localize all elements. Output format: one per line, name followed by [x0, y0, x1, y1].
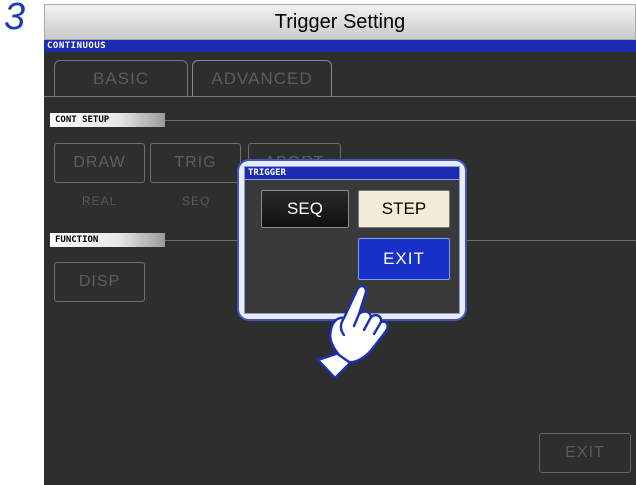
page-title: Trigger Setting [44, 4, 636, 40]
draw-value: REAL [82, 194, 118, 208]
popup-title: TRIGGER [248, 168, 286, 178]
section-label-cont-setup: CONT SETUP [50, 113, 165, 127]
seq-button[interactable]: SEQ [261, 190, 349, 228]
disp-button[interactable]: DISP [54, 262, 145, 302]
mode-label: CONTINUOUS [47, 41, 107, 51]
device-screen: CONTINUOUS BASIC ADVANCED CONT SETUP DRA… [44, 40, 636, 485]
step-button[interactable]: STEP [358, 190, 450, 228]
section-label-function: FUNCTION [50, 233, 165, 247]
section-divider [165, 120, 636, 121]
pointing-hand-icon [316, 284, 389, 378]
mode-bar: CONTINUOUS [44, 40, 636, 52]
trig-button[interactable]: TRIG [150, 143, 241, 183]
trig-value: SEQ [182, 194, 211, 208]
step-number: 3 [4, 0, 26, 38]
draw-button[interactable]: DRAW [54, 143, 145, 183]
exit-button[interactable]: EXIT [539, 433, 631, 473]
popup-header: TRIGGER [245, 167, 459, 180]
tab-basic[interactable]: BASIC [54, 60, 188, 97]
tab-advanced[interactable]: ADVANCED [192, 60, 332, 97]
